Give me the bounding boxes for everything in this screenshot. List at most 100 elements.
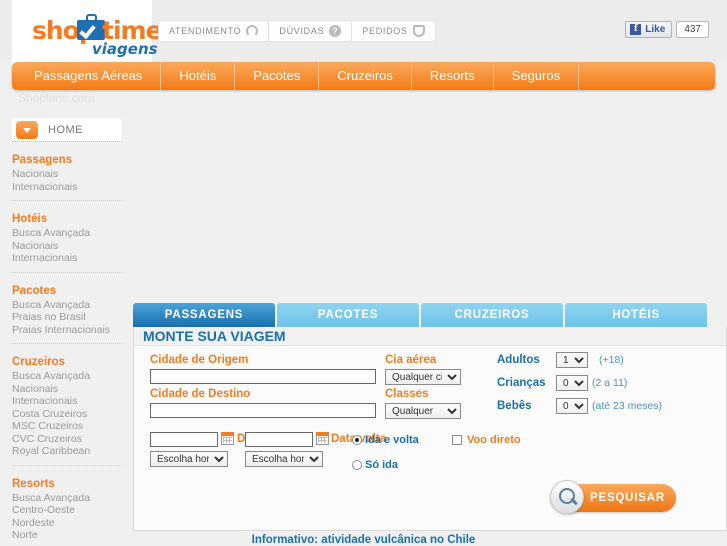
sidebar-link-internacionais[interactable]: Internacionais xyxy=(12,252,122,265)
sidebar-link-nacionais[interactable]: Nacionais xyxy=(12,168,122,181)
sidebar-divider xyxy=(12,200,122,201)
top-utility-links: ATENDIMENTO DÚVIDAS ? PEDIDOS xyxy=(158,20,436,42)
sidebar-link-nacionais[interactable]: Nacionais xyxy=(12,383,122,396)
sidebar-link-royal-caribbean[interactable]: Royal Caribbean xyxy=(12,445,122,458)
toplink-pedidos[interactable]: PEDIDOS xyxy=(352,21,434,41)
adults-hint: (+18) xyxy=(599,354,624,366)
informative-notice[interactable]: Informativo: atividade vulcânica no Chil… xyxy=(0,534,727,546)
sidebar-link-busca-avancada[interactable]: Busca Avançada xyxy=(12,492,122,505)
chevron-down-icon xyxy=(16,120,38,139)
sidebar: HOME Passagens Nacionais Internacionais … xyxy=(0,118,132,542)
nav-item-resorts[interactable]: Resorts xyxy=(412,62,494,90)
calendar-icon-return[interactable] xyxy=(316,432,329,445)
logo-text-viagens: viagens xyxy=(92,40,158,58)
panel-title: MONTE SUA VIAGEM xyxy=(134,327,726,346)
sidebar-group-title: Cruzeiros xyxy=(12,356,66,368)
radio-roundtrip-label: Ida e volta xyxy=(365,434,419,446)
sidebar-group-passagens: Passagens Nacionais Internacionais xyxy=(0,154,132,201)
sidebar-link-nacionais[interactable]: Nacionais xyxy=(12,240,122,253)
sidebar-group-pacotes: Pacotes Busca Avançada Praias no Brasil … xyxy=(0,285,132,344)
facebook-like-label: Like xyxy=(645,24,666,35)
booking-panel: MONTE SUA VIAGEM Cidade de Origem Cidade… xyxy=(133,327,727,531)
origin-input[interactable] xyxy=(150,369,376,384)
destination-input[interactable] xyxy=(150,403,376,418)
search-button-label: PESQUISAR xyxy=(590,492,665,504)
checkbox-direct-flight[interactable] xyxy=(452,435,462,445)
sidebar-link-internacionais[interactable]: Internacionais xyxy=(12,395,122,408)
toplink-label: ATENDIMENTO xyxy=(169,26,242,36)
nav-item-seguros[interactable]: Seguros xyxy=(494,62,580,90)
facebook-like-count: 437 xyxy=(676,21,709,38)
adults-select[interactable]: 1 xyxy=(556,352,588,368)
toplink-label: PEDIDOS xyxy=(362,26,408,36)
main-navigation: Passagens Aéreas Hotéis Pacotes Cruzeiro… xyxy=(12,62,715,90)
sidebar-link-costa-cruzeiros[interactable]: Costa Cruzeiros xyxy=(12,408,122,421)
nav-item-hoteis[interactable]: Hotéis xyxy=(161,62,236,90)
children-select[interactable]: 0 xyxy=(556,375,588,391)
class-label: Classes xyxy=(385,388,429,400)
nav-item-pacotes[interactable]: Pacotes xyxy=(235,62,320,90)
calendar-icon-departure[interactable] xyxy=(221,432,234,445)
tab-hoteis[interactable]: HOTÉIS xyxy=(565,303,707,327)
sidebar-group-title: Hotéis xyxy=(12,213,48,225)
direct-flight-option[interactable]: Voo direto xyxy=(452,434,521,446)
nav-item-cruzeiros[interactable]: Cruzeiros xyxy=(319,62,412,90)
class-select[interactable]: Qualquer xyxy=(385,403,461,419)
departure-date-input[interactable] xyxy=(150,432,218,447)
adults-label: Adultos xyxy=(497,354,540,366)
sidebar-link-praias-brasil[interactable]: Praias no Brasil xyxy=(12,311,122,324)
toplink-duvidas[interactable]: DÚVIDAS ? xyxy=(269,21,353,41)
babies-hint: (até 23 meses) xyxy=(592,400,663,412)
return-hour-select[interactable]: Escolha hora xyxy=(245,451,323,467)
facebook-like-widget: f Like 437 xyxy=(625,21,709,38)
sidebar-link-nordeste[interactable]: Nordeste xyxy=(12,517,122,530)
tab-cruzeiros[interactable]: CRUZEIROS xyxy=(421,303,563,327)
radio-oneway-label: Só ida xyxy=(365,459,399,471)
sidebar-home-label: HOME xyxy=(48,123,83,136)
trip-type-oneway[interactable]: Só ida xyxy=(352,459,398,471)
sidebar-item-home[interactable]: HOME xyxy=(12,118,122,142)
question-circle-icon: ? xyxy=(329,25,342,37)
babies-select[interactable]: 0 xyxy=(556,398,588,414)
suitcase-icon xyxy=(77,14,105,40)
radio-roundtrip[interactable] xyxy=(352,435,362,445)
destination-label: Cidade de Destino xyxy=(150,388,251,400)
sidebar-link-internacionais[interactable]: Internacionais xyxy=(12,181,122,194)
site-name-watermark: Shoptime.com xyxy=(18,91,95,105)
sidebar-link-busca-avancada[interactable]: Busca Avançada xyxy=(12,299,122,312)
sidebar-link-centro-oeste[interactable]: Centro-Oeste xyxy=(12,504,122,517)
booking-widget: PASSAGENS PACOTES CRUZEIROS HOTÉIS MONTE… xyxy=(133,303,727,531)
sidebar-link-msc-cruzeiros[interactable]: MSC Cruzeiros xyxy=(12,420,122,433)
facebook-like-button[interactable]: f Like xyxy=(625,21,673,38)
sidebar-group-title: Passagens xyxy=(12,154,73,166)
headset-icon xyxy=(246,25,259,37)
babies-label: Bebês xyxy=(497,400,532,412)
toplink-label: DÚVIDAS xyxy=(279,26,325,36)
direct-flight-label: Voo direto xyxy=(467,434,521,446)
sidebar-link-cvc-cruzeiros[interactable]: CVC Cruzeiros xyxy=(12,433,122,446)
sidebar-link-busca-avancada[interactable]: Busca Avançada xyxy=(12,370,122,383)
sidebar-link-busca-avancada[interactable]: Busca Avançada xyxy=(12,227,122,240)
sidebar-group-resorts: Resorts Busca Avançada Centro-Oeste Nord… xyxy=(0,478,132,542)
search-icon xyxy=(550,480,584,514)
site-logo[interactable]: shop time viagens xyxy=(32,14,163,62)
departure-hour-select[interactable]: Escolha hora xyxy=(150,451,228,467)
radio-oneway[interactable] xyxy=(352,460,362,470)
return-date-input[interactable] xyxy=(245,432,313,447)
facebook-icon: f xyxy=(630,24,642,35)
trip-type-roundtrip[interactable]: Ida e volta xyxy=(352,434,419,446)
tab-pacotes[interactable]: PACOTES xyxy=(277,303,419,327)
toplink-atendimento[interactable]: ATENDIMENTO xyxy=(159,21,270,41)
sidebar-divider xyxy=(12,271,122,273)
search-button[interactable]: PESQUISAR xyxy=(550,480,676,514)
airline-label: Cia aérea xyxy=(385,354,437,366)
origin-label: Cidade de Origem xyxy=(150,354,249,366)
booking-tabs: PASSAGENS PACOTES CRUZEIROS HOTÉIS xyxy=(133,303,727,327)
sidebar-link-praias-internacionais[interactable]: Praias Internacionais xyxy=(12,324,122,337)
nav-item-passagens-aereas[interactable]: Passagens Aéreas xyxy=(12,62,162,90)
sidebar-group-hoteis: Hotéis Busca Avançada Nacionais Internac… xyxy=(0,213,132,273)
tab-passagens[interactable]: PASSAGENS xyxy=(133,303,275,327)
booking-form: Cidade de Origem Cidade de Destino Data … xyxy=(134,346,726,530)
sidebar-group-title: Resorts xyxy=(12,477,55,490)
airline-select[interactable]: Qualquer cia xyxy=(385,369,461,385)
